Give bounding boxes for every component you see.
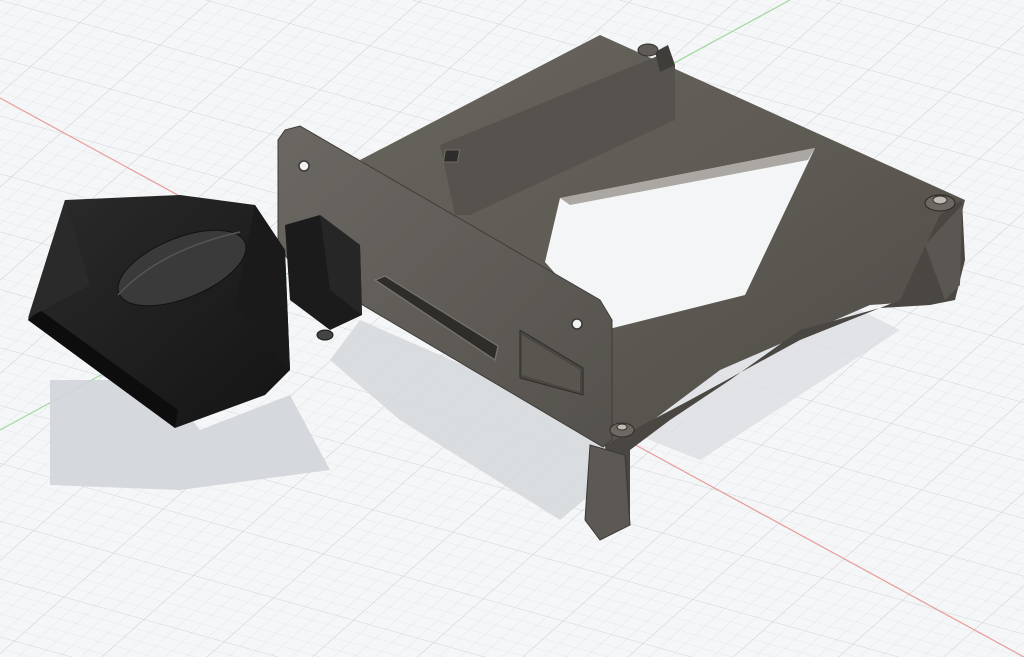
3d-viewport[interactable] [0, 0, 1024, 657]
rail-slot [442, 149, 461, 163]
screw-head-right [932, 195, 948, 205]
mounting-hole-icon [298, 160, 310, 172]
front-leg [584, 444, 631, 541]
knob-pin [316, 329, 334, 341]
screw-boss-back [637, 43, 659, 57]
model-canvas[interactable] [0, 0, 1024, 657]
mounting-hole-icon [571, 318, 583, 330]
screw-head-front [616, 423, 628, 431]
